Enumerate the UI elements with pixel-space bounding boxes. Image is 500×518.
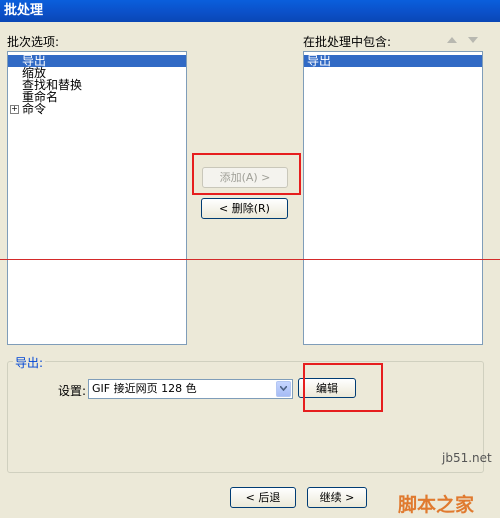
remove-button[interactable]: < 删除(R) bbox=[201, 198, 288, 219]
export-group bbox=[7, 361, 484, 473]
window-title: 批处理 bbox=[4, 3, 44, 18]
included-label: 在批处理中包含: bbox=[303, 35, 392, 49]
settings-select-value: GIF 接近网页 128 色 bbox=[92, 382, 197, 395]
next-button[interactable]: 继续 > bbox=[307, 487, 367, 508]
list-item-label: 导出 bbox=[307, 54, 332, 68]
window-title-bar[interactable]: 批处理 bbox=[0, 0, 500, 22]
chevron-down-icon[interactable] bbox=[276, 381, 291, 397]
included-item-export[interactable]: 导出 bbox=[304, 55, 482, 67]
settings-select[interactable]: GIF 接近网页 128 色 bbox=[88, 379, 293, 399]
move-up-icon[interactable] bbox=[447, 37, 457, 43]
move-down-icon[interactable] bbox=[468, 37, 478, 43]
batch-options-list[interactable]: 导出 缩放 查找和替换 重命名 + 命令 bbox=[7, 51, 187, 345]
expand-toggle-icon[interactable]: + bbox=[10, 105, 19, 114]
back-button[interactable]: < 后退 bbox=[230, 487, 296, 508]
highlight-edit-box bbox=[303, 363, 383, 412]
export-group-legend: 导出: bbox=[13, 354, 46, 371]
red-guide-line bbox=[0, 259, 500, 260]
batch-options-label: 批次选项: bbox=[7, 35, 60, 49]
watermark-site: jb51.net bbox=[442, 451, 492, 465]
list-item-label: 命令 bbox=[22, 102, 47, 116]
highlight-add-box bbox=[192, 153, 301, 195]
settings-label: 设置: bbox=[58, 384, 87, 398]
watermark-brand: 脚本之家 bbox=[398, 494, 475, 516]
list-item-commands[interactable]: + 命令 bbox=[8, 103, 186, 115]
included-list[interactable]: 导出 bbox=[303, 51, 483, 345]
